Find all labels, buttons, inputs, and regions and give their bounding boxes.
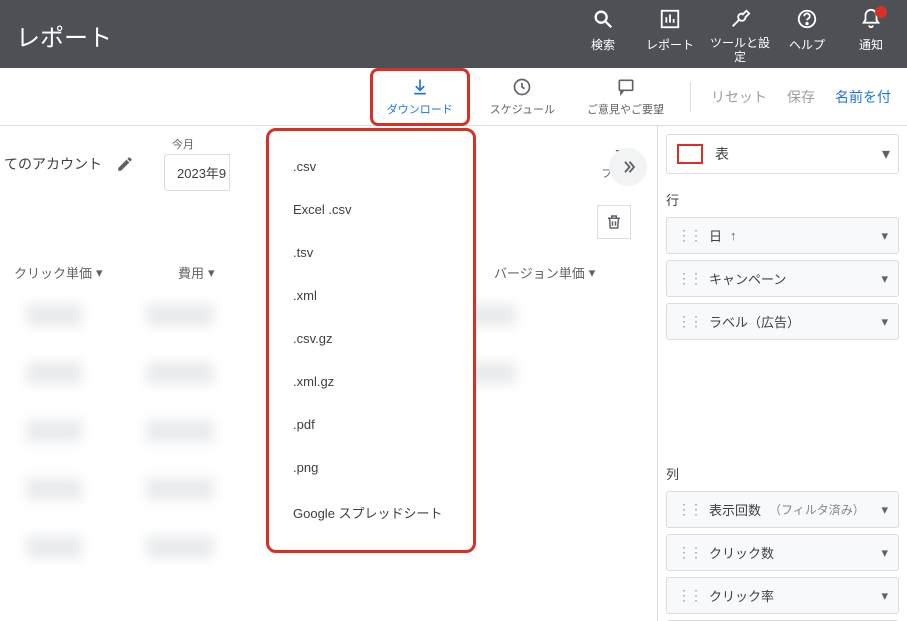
grip-icon: ⋮⋮ <box>677 313 701 330</box>
download-xml[interactable]: .xml <box>269 274 473 317</box>
reset-link: リセット <box>701 87 777 107</box>
top-header: レポート 検索 レポート ツールと設定 ヘルプ 通知 <box>0 0 907 68</box>
help-icon <box>796 8 818 30</box>
page-title: レポート <box>16 0 575 53</box>
dropdown-caret-icon: ▾ <box>881 314 888 330</box>
save-link: 保存 <box>777 87 825 107</box>
row-chip-day[interactable]: ⋮⋮ 日 ↑ ▾ <box>666 217 899 254</box>
chevron-right-icon <box>619 158 637 176</box>
grip-icon: ⋮⋮ <box>677 544 701 561</box>
grip-icon: ⋮⋮ <box>677 501 701 518</box>
nav-notifications[interactable]: 通知 <box>843 8 899 65</box>
date-range[interactable]: 今月 2023年9 <box>164 136 230 191</box>
nav-help[interactable]: ヘルプ <box>779 8 835 65</box>
search-icon <box>592 8 614 30</box>
col-cpc[interactable]: クリック単価▾ <box>14 263 178 282</box>
download-csvgz[interactable]: .csv.gz <box>269 317 473 360</box>
dropdown-caret-icon: ▾ <box>881 228 888 244</box>
date-preset-label: 今月 <box>164 136 230 152</box>
nav-report[interactable]: レポート <box>639 8 701 65</box>
table-icon <box>675 141 705 167</box>
col-conv-unit[interactable]: バージョン単価▾ <box>494 263 595 282</box>
dropdown-caret-icon: ▾ <box>589 265 596 281</box>
col-chip-clicks[interactable]: ⋮⋮ クリック数 ▾ <box>666 534 899 571</box>
toolbar-divider <box>690 82 691 112</box>
dropdown-caret-icon: ▾ <box>881 271 888 287</box>
download-button[interactable]: ダウンロード <box>370 68 470 126</box>
clock-icon <box>512 77 532 97</box>
dropdown-caret-icon: ▾ <box>96 265 103 281</box>
row-chip-label-ads[interactable]: ⋮⋮ ラベル（広告） ▾ <box>666 303 899 340</box>
dropdown-caret-icon: ▾ <box>881 545 888 561</box>
download-pdf[interactable]: .pdf <box>269 403 473 446</box>
sort-asc-icon: ↑ <box>730 228 737 243</box>
download-icon <box>410 77 430 97</box>
trash-icon <box>605 213 623 231</box>
download-excel-csv[interactable]: Excel .csv <box>269 188 473 231</box>
notification-badge <box>875 6 887 18</box>
download-png[interactable]: .png <box>269 446 473 489</box>
account-scope: てのアカウント <box>0 154 102 174</box>
col-chip-impressions[interactable]: ⋮⋮ 表示回数 （フィルタ済み） ▾ <box>666 491 899 528</box>
col-chip-ctr[interactable]: ⋮⋮ クリック率 ▾ <box>666 577 899 614</box>
dropdown-caret-icon: ▾ <box>882 144 890 164</box>
download-menu: .csv Excel .csv .tsv .xml .csv.gz .xml.g… <box>266 128 476 553</box>
grip-icon: ⋮⋮ <box>677 270 701 287</box>
download-gsheet[interactable]: Google スプレッドシート <box>269 489 473 536</box>
report-icon <box>659 8 681 30</box>
dropdown-caret-icon: ▾ <box>881 588 888 604</box>
grip-icon: ⋮⋮ <box>677 587 701 604</box>
view-type-select[interactable]: 表 ▾ <box>666 134 899 174</box>
rows-section-label: 行 <box>666 190 899 209</box>
edit-icon[interactable] <box>116 155 134 173</box>
panel-toggle[interactable] <box>609 148 647 186</box>
dropdown-caret-icon: ▾ <box>881 502 888 518</box>
cols-section-label: 列 <box>666 464 899 483</box>
download-csv[interactable]: .csv <box>269 145 473 188</box>
save-as-link[interactable]: 名前を付 <box>825 87 901 107</box>
nav-search[interactable]: 検索 <box>575 8 631 65</box>
download-tsv[interactable]: .tsv <box>269 231 473 274</box>
top-nav: 検索 レポート ツールと設定 ヘルプ 通知 <box>575 0 899 65</box>
speech-bubble-icon <box>616 77 636 97</box>
nav-tools[interactable]: ツールと設定 <box>709 8 771 65</box>
wrench-icon <box>729 8 751 30</box>
sub-toolbar: ダウンロード スケジュール ご意見やご要望 リセット 保存 名前を付 <box>0 68 907 126</box>
grip-icon: ⋮⋮ <box>677 227 701 244</box>
row-chip-campaign[interactable]: ⋮⋮ キャンペーン ▾ <box>666 260 899 297</box>
schedule-button[interactable]: スケジュール <box>474 73 571 121</box>
download-xmlgz[interactable]: .xml.gz <box>269 360 473 403</box>
dropdown-caret-icon: ▾ <box>208 265 215 281</box>
config-panel: 表 ▾ 行 ⋮⋮ 日 ↑ ▾ ⋮⋮ キャンペーン ▾ ⋮⋮ ラベル（広告） ▾ … <box>657 126 907 621</box>
date-value: 2023年9 <box>164 154 230 191</box>
feedback-button[interactable]: ご意見やご要望 <box>571 73 680 121</box>
delete-button[interactable] <box>597 205 631 239</box>
